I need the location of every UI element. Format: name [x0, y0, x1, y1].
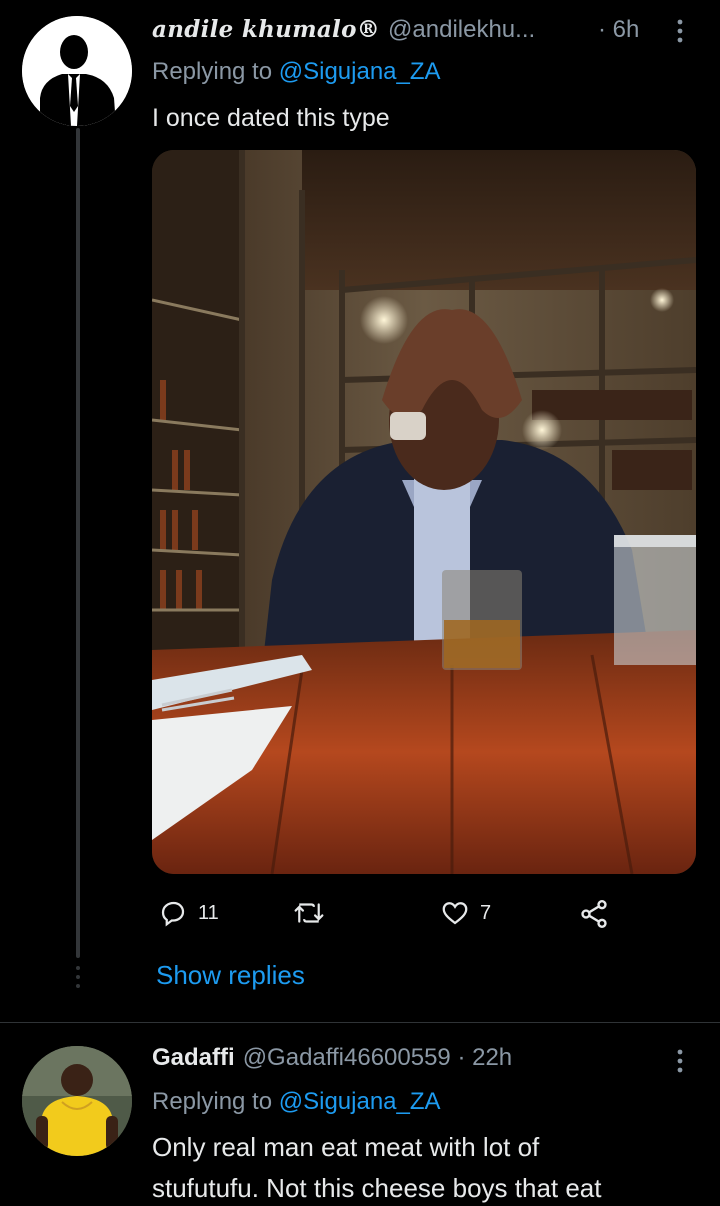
more-options-icon-2[interactable] [670, 1046, 690, 1076]
tweet2-handle-time[interactable]: @Gadaffi46600559 · 22h [243, 1044, 512, 1072]
reply-action[interactable]: 11 [158, 898, 219, 928]
tweet2-text-line1: Only real man eat meat with lot of [152, 1132, 540, 1162]
like-action[interactable]: 7 [440, 898, 491, 928]
tweet1-display-name[interactable]: andile khumalo® [152, 16, 380, 43]
tweet2-replying-to: Replying to @Sigujana_ZA [152, 1088, 441, 1116]
tweet1-handle[interactable]: @andilekhu... [388, 16, 535, 44]
retweet-icon [294, 903, 324, 923]
replying-to-label-2: Replying to [152, 1088, 279, 1115]
tweet1-text: I once dated this type [152, 104, 390, 132]
tweet2-header: Gadaffi @Gadaffi46600559 · 22h [152, 1044, 652, 1072]
share-icon [581, 900, 607, 928]
thread-line [76, 128, 80, 958]
restaurant-photo [152, 150, 696, 874]
like-count: 7 [480, 901, 492, 924]
tweet-divider [0, 1022, 720, 1023]
avatar-gadaffi[interactable] [22, 1046, 132, 1156]
tweet2-display-name[interactable]: Gadaffi [152, 1044, 235, 1072]
tweet2-text-line2: stufutufu. Not this cheese boys that eat [152, 1173, 602, 1203]
reply-count: 11 [198, 901, 219, 924]
tweet1-photo[interactable] [152, 150, 696, 874]
reply-icon [161, 901, 185, 927]
avatar-andile[interactable] [22, 16, 132, 126]
tweet1-time[interactable]: · 6h [598, 16, 639, 44]
heart-icon [442, 902, 468, 925]
replying-to-label: Replying to [152, 58, 279, 85]
silhouette-avatar-icon [22, 16, 132, 126]
thread-continuation-dots [76, 966, 80, 988]
tweet1-header: andile khumalo® @andilekhu... [152, 16, 652, 50]
profile-photo-icon [22, 1046, 132, 1156]
retweet-action[interactable] [292, 898, 326, 928]
replying-to-mention[interactable]: @Sigujana_ZA [279, 58, 441, 85]
share-action[interactable] [578, 898, 610, 930]
show-replies-link[interactable]: Show replies [156, 960, 305, 991]
replying-to-mention-2[interactable]: @Sigujana_ZA [279, 1088, 441, 1115]
more-options-icon[interactable] [670, 16, 690, 46]
tweet1-replying-to: Replying to @Sigujana_ZA [152, 58, 441, 86]
